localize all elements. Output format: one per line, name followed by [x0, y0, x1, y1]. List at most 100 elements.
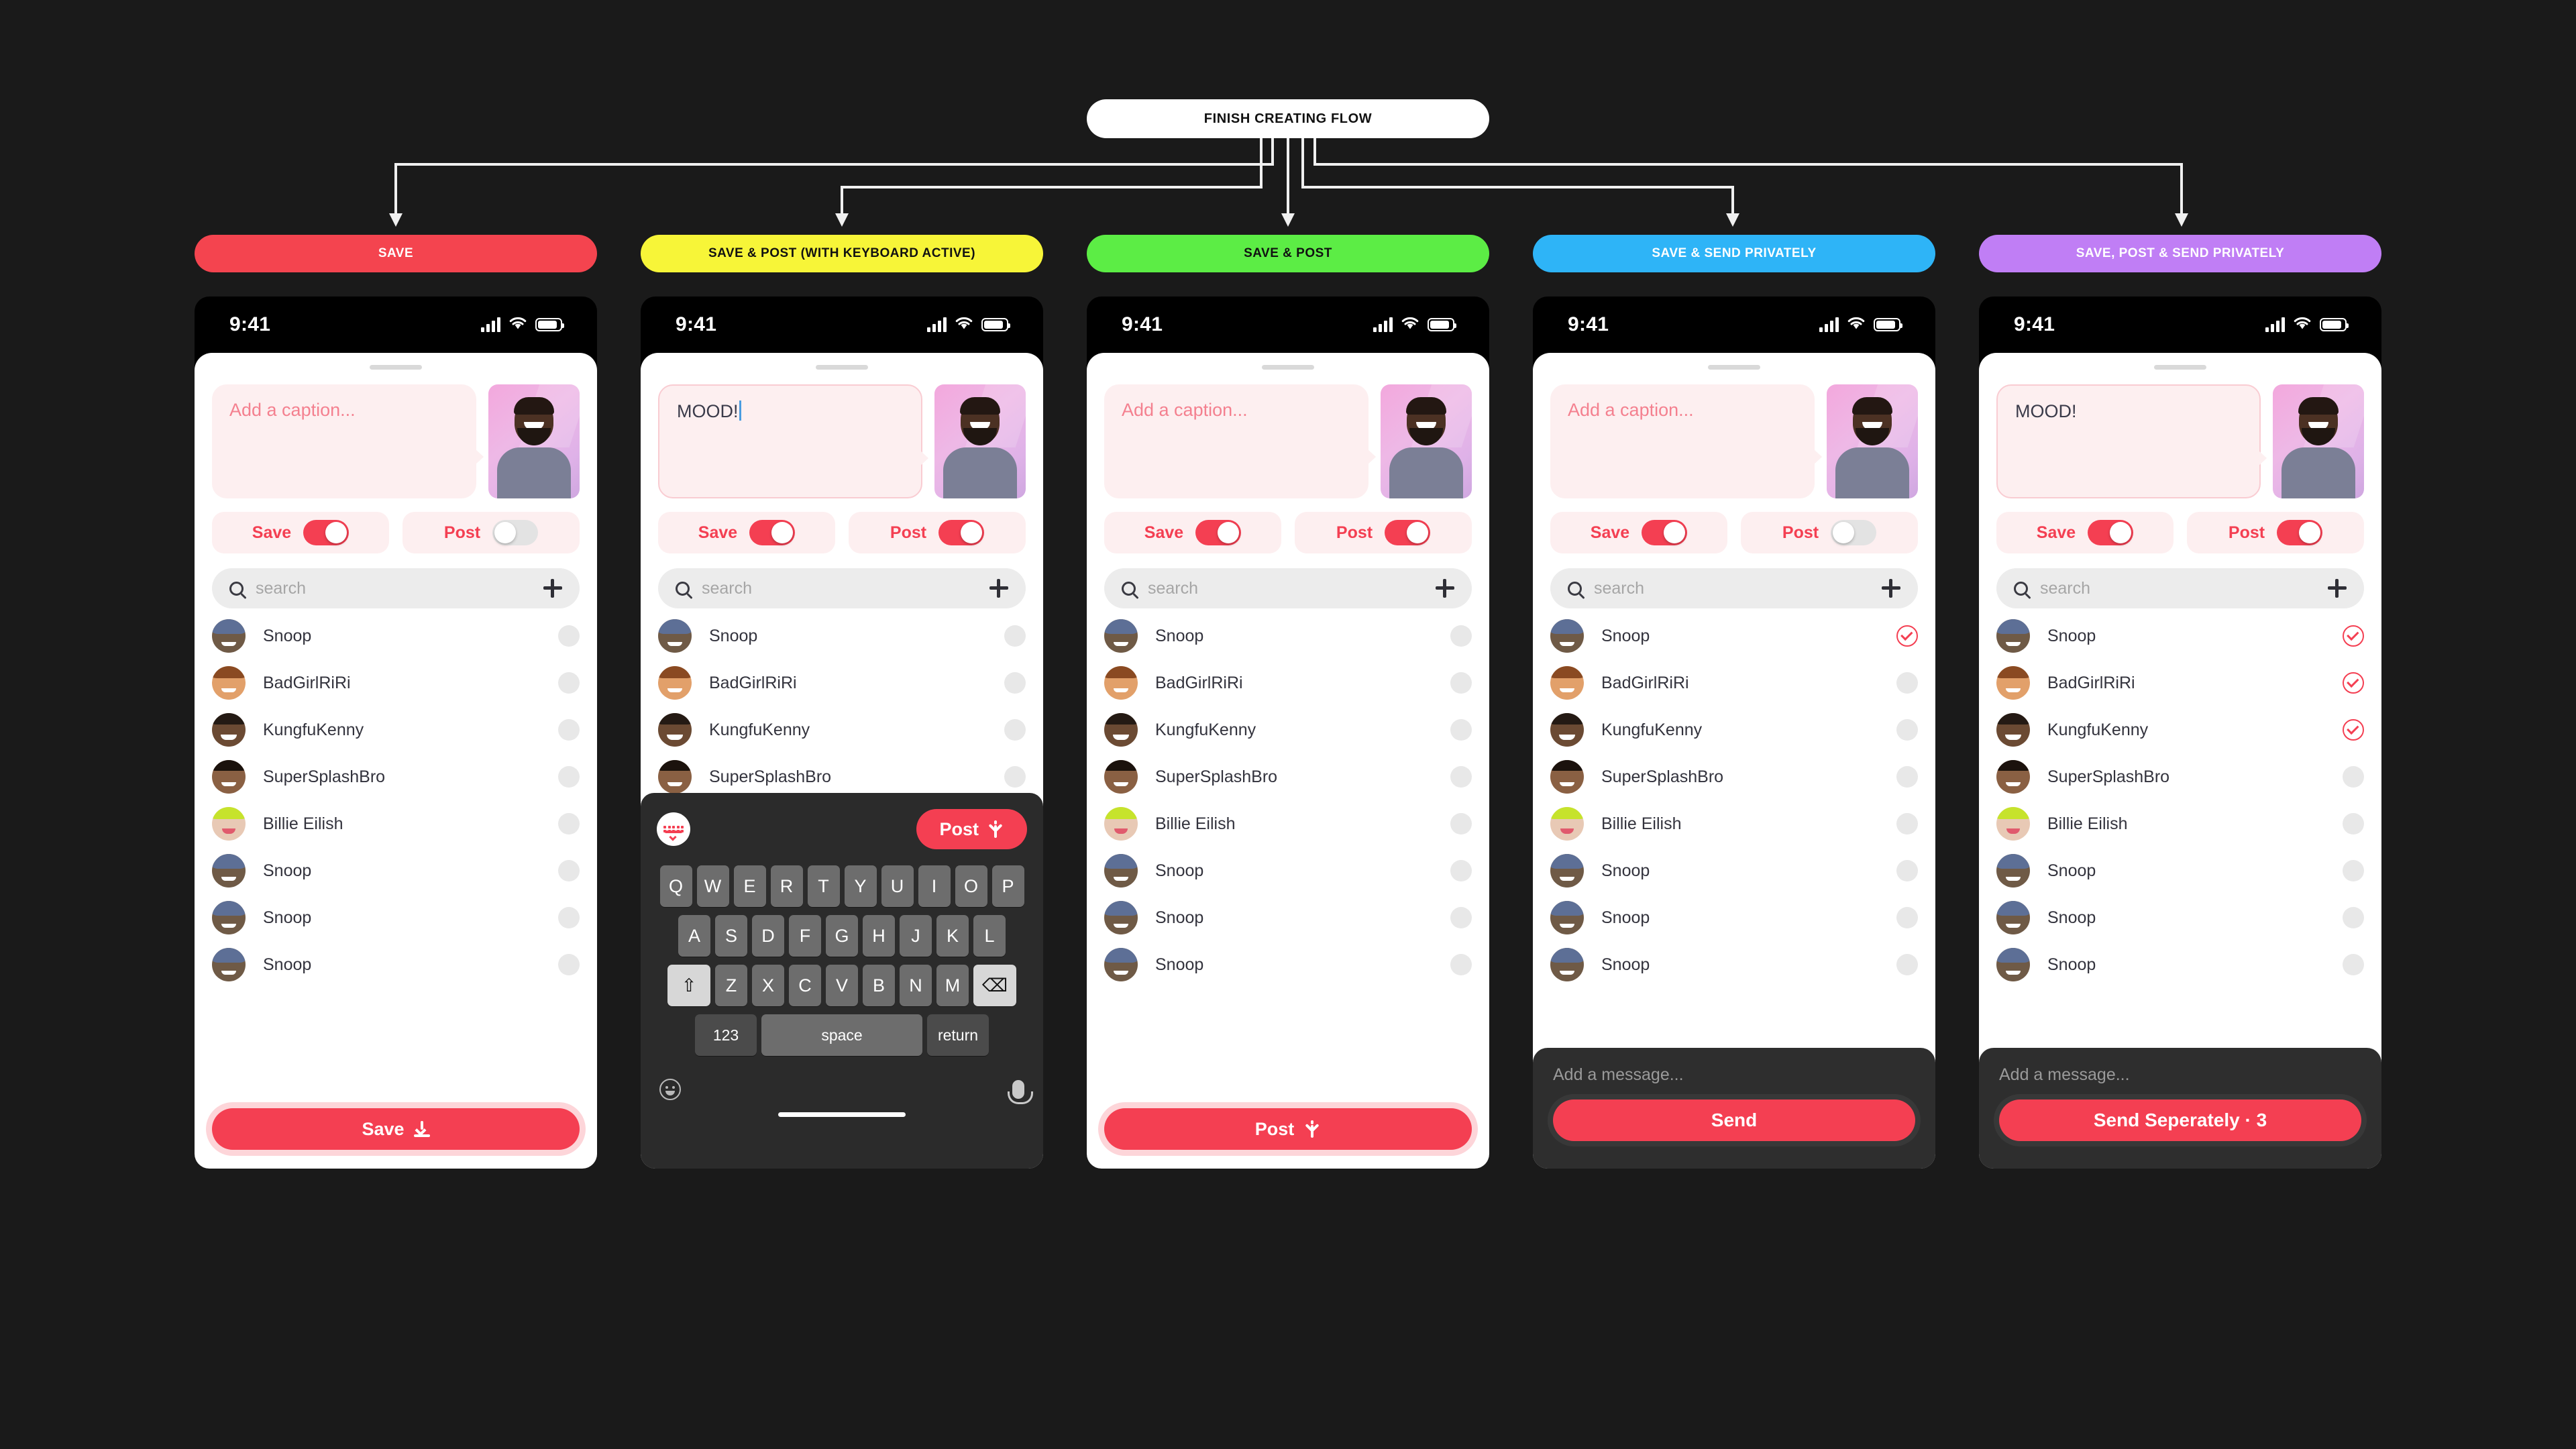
- backspace-key[interactable]: ⌫: [973, 965, 1016, 1006]
- key-J[interactable]: J: [900, 915, 932, 957]
- contact-row[interactable]: BadGirlRiRi: [1550, 659, 1918, 706]
- send-button[interactable]: Send: [1553, 1099, 1915, 1141]
- screen-header-save-post-send-privately[interactable]: SAVE, POST & SEND PRIVATELY: [1979, 235, 2381, 272]
- search-input[interactable]: search: [702, 579, 977, 598]
- contact-row[interactable]: Snoop: [658, 612, 1026, 659]
- contact-select-toggle[interactable]: [1450, 625, 1472, 647]
- sheet-grabber[interactable]: [2154, 365, 2206, 370]
- key-V[interactable]: V: [826, 965, 858, 1006]
- media-thumbnail[interactable]: [1827, 384, 1918, 498]
- toggle-card-post[interactable]: Post: [2187, 512, 2364, 553]
- contact-select-toggle[interactable]: [1450, 860, 1472, 881]
- contact-select-toggle[interactable]: [1450, 719, 1472, 741]
- key-H[interactable]: H: [863, 915, 895, 957]
- primary-cta-button[interactable]: Save: [212, 1108, 580, 1150]
- contact-row[interactable]: Billie Eilish: [212, 800, 580, 847]
- contact-row[interactable]: Snoop: [1996, 847, 2364, 894]
- keyboard-post-button[interactable]: Post: [916, 809, 1027, 849]
- key-F[interactable]: F: [789, 915, 821, 957]
- contact-row[interactable]: Snoop: [1996, 941, 2364, 988]
- search-bar[interactable]: search: [1996, 568, 2364, 608]
- toggle-switch-post[interactable]: [1831, 520, 1877, 545]
- toggle-switch-post[interactable]: [938, 520, 985, 545]
- contact-row[interactable]: Snoop: [212, 847, 580, 894]
- contact-select-toggle[interactable]: [1450, 672, 1472, 694]
- contact-row[interactable]: KungfuKenny: [1550, 706, 1918, 753]
- search-bar[interactable]: search: [1550, 568, 1918, 608]
- contact-row[interactable]: SuperSplashBro: [1104, 753, 1472, 800]
- contact-row[interactable]: SuperSplashBro: [1996, 753, 2364, 800]
- add-icon[interactable]: [1882, 579, 1900, 598]
- caption-input[interactable]: MOOD!: [1996, 384, 2267, 498]
- toggle-card-save[interactable]: Save: [212, 512, 389, 553]
- key-Y[interactable]: Y: [844, 865, 877, 907]
- contact-row[interactable]: Billie Eilish: [1550, 800, 1918, 847]
- contact-row[interactable]: Billie Eilish: [1996, 800, 2364, 847]
- contact-select-toggle[interactable]: [558, 813, 580, 835]
- contact-select-toggle[interactable]: [558, 907, 580, 928]
- emoji-icon[interactable]: [659, 1079, 681, 1100]
- toggle-card-post[interactable]: Post: [849, 512, 1026, 553]
- search-input[interactable]: search: [1594, 579, 1870, 598]
- search-input[interactable]: search: [256, 579, 531, 598]
- contact-select-toggle[interactable]: [2343, 719, 2364, 741]
- contact-row[interactable]: BadGirlRiRi: [1996, 659, 2364, 706]
- key-W[interactable]: W: [696, 865, 729, 907]
- search-bar[interactable]: search: [1104, 568, 1472, 608]
- key-X[interactable]: X: [752, 965, 784, 1006]
- contact-row[interactable]: BadGirlRiRi: [1104, 659, 1472, 706]
- caption-input[interactable]: Add a caption...: [212, 384, 484, 498]
- contact-row[interactable]: Snoop: [212, 941, 580, 988]
- contact-row[interactable]: Snoop: [1996, 894, 2364, 941]
- sheet-grabber[interactable]: [1708, 365, 1760, 370]
- key-O[interactable]: O: [955, 865, 987, 907]
- contact-row[interactable]: SuperSplashBro: [1550, 753, 1918, 800]
- contact-select-toggle[interactable]: [558, 954, 580, 975]
- contact-select-toggle[interactable]: [1896, 907, 1918, 928]
- key-S[interactable]: S: [715, 915, 747, 957]
- key-K[interactable]: K: [936, 915, 969, 957]
- key-D[interactable]: D: [752, 915, 784, 957]
- caption-input[interactable]: MOOD!: [658, 384, 928, 498]
- contact-select-toggle[interactable]: [1896, 860, 1918, 881]
- contact-select-toggle[interactable]: [558, 719, 580, 741]
- toggle-card-post[interactable]: Post: [402, 512, 580, 553]
- contact-select-toggle[interactable]: [2343, 672, 2364, 694]
- toggle-card-save[interactable]: Save: [1996, 512, 2174, 553]
- toggle-switch-save[interactable]: [303, 520, 350, 545]
- contact-select-toggle[interactable]: [2343, 625, 2364, 647]
- numeric-key[interactable]: 123: [695, 1014, 757, 1056]
- contact-row[interactable]: Snoop: [212, 894, 580, 941]
- key-I[interactable]: I: [918, 865, 951, 907]
- contact-row[interactable]: Billie Eilish: [1104, 800, 1472, 847]
- flow-root-node[interactable]: FINISH CREATING FLOW: [1087, 99, 1489, 138]
- key-L[interactable]: L: [973, 915, 1006, 957]
- key-Q[interactable]: Q: [659, 865, 692, 907]
- shift-key[interactable]: ⇧: [667, 965, 710, 1006]
- contact-select-toggle[interactable]: [1896, 719, 1918, 741]
- toggle-card-post[interactable]: Post: [1741, 512, 1918, 553]
- contact-row[interactable]: Snoop: [1550, 894, 1918, 941]
- contact-select-toggle[interactable]: [1004, 766, 1026, 788]
- key-A[interactable]: A: [678, 915, 710, 957]
- screen-header-save-post-keyboard[interactable]: SAVE & POST (WITH KEYBOARD ACTIVE): [641, 235, 1043, 272]
- media-thumbnail[interactable]: [1381, 384, 1472, 498]
- contact-row[interactable]: KungfuKenny: [1996, 706, 2364, 753]
- contact-select-toggle[interactable]: [1450, 907, 1472, 928]
- contact-row[interactable]: Snoop: [1550, 847, 1918, 894]
- toggle-card-post[interactable]: Post: [1295, 512, 1472, 553]
- screen-header-save[interactable]: SAVE: [195, 235, 597, 272]
- key-G[interactable]: G: [826, 915, 858, 957]
- contact-select-toggle[interactable]: [1896, 672, 1918, 694]
- contact-row[interactable]: Snoop: [1996, 612, 2364, 659]
- media-thumbnail[interactable]: [2273, 384, 2364, 498]
- contact-row[interactable]: BadGirlRiRi: [212, 659, 580, 706]
- sheet-grabber[interactable]: [816, 365, 868, 370]
- contact-select-toggle[interactable]: [558, 625, 580, 647]
- key-E[interactable]: E: [733, 865, 766, 907]
- toggle-switch-save[interactable]: [749, 520, 796, 545]
- contact-row[interactable]: KungfuKenny: [1104, 706, 1472, 753]
- toggle-switch-save[interactable]: [2088, 520, 2134, 545]
- caption-input[interactable]: Add a caption...: [1550, 384, 1822, 498]
- search-bar[interactable]: search: [212, 568, 580, 608]
